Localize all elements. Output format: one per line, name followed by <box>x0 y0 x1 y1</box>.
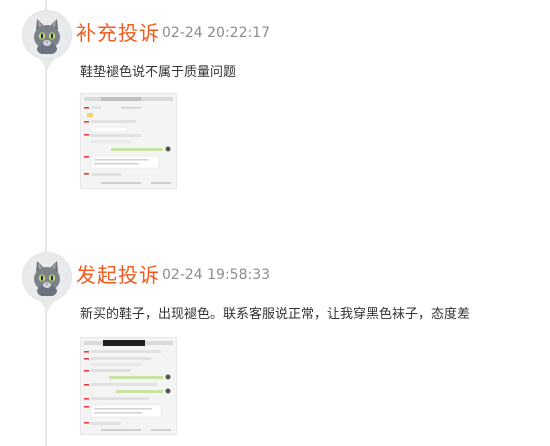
cat-avatar-icon <box>34 261 60 296</box>
chat-screenshot-thumbnail <box>81 338 176 434</box>
entry-title: 发起投诉 <box>76 263 160 287</box>
avatar <box>22 252 72 302</box>
cat-avatar-icon <box>34 19 60 54</box>
attachment-thumbnail[interactable] <box>80 337 177 435</box>
entry-title: 补充投诉 <box>76 21 160 45</box>
entry-description: 鞋垫褪色说不属于质量问题 <box>80 65 237 80</box>
entry-description: 新买的鞋子，出现褪色。联系客服说正常，让我穿黑色袜子，态度差 <box>80 307 471 322</box>
avatar <box>22 10 72 60</box>
chat-screenshot-thumbnail <box>81 94 176 188</box>
entry-timestamp: 02-24 19:58:33 <box>162 267 271 283</box>
entry-timestamp: 02-24 20:22:17 <box>162 25 271 41</box>
attachment-thumbnail[interactable] <box>80 93 177 189</box>
